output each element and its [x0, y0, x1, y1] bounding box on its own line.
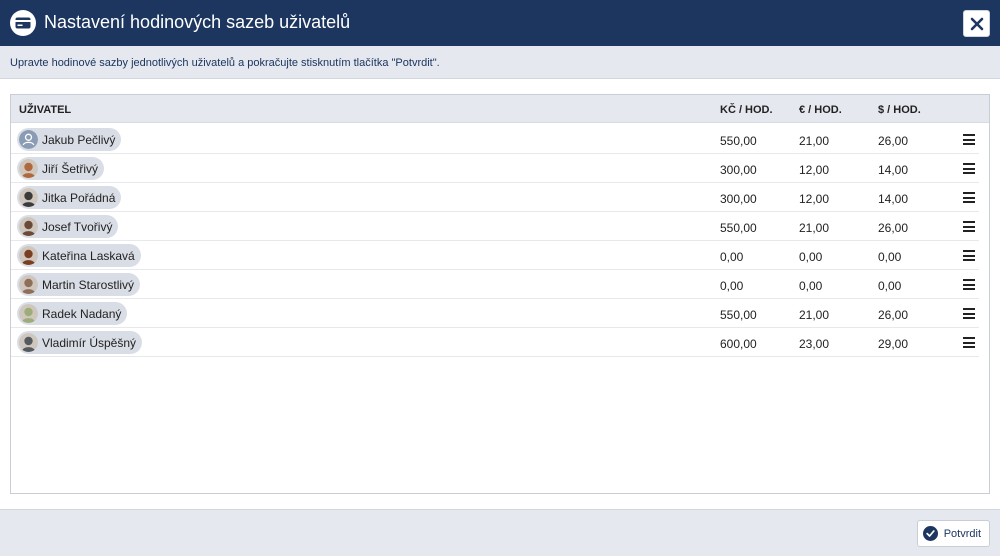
- user-name: Radek Nadaný: [42, 306, 122, 321]
- user-name: Josef Tvořivý: [42, 219, 113, 234]
- rate-usd[interactable]: 26,00: [878, 134, 908, 148]
- close-button[interactable]: [963, 10, 990, 37]
- user-chip[interactable]: Martin Starostlivý: [17, 273, 141, 296]
- hamburger-menu-icon[interactable]: [963, 221, 975, 232]
- table-row: Jiří Šetřivý 300,00 12,00 14,00: [11, 154, 979, 183]
- hamburger-menu-icon[interactable]: [963, 308, 975, 319]
- rate-eur[interactable]: 12,00: [799, 163, 829, 177]
- user-chip[interactable]: Kateřina Laskavá: [17, 244, 141, 267]
- rate-czk[interactable]: 600,00: [720, 337, 757, 351]
- hamburger-menu-icon[interactable]: [963, 337, 975, 348]
- table-row: Kateřina Laskavá 0,00 0,00 0,00: [11, 241, 979, 270]
- user-avatar: [19, 217, 38, 236]
- hamburger-menu-icon[interactable]: [963, 134, 975, 145]
- table-row: Radek Nadaný 550,00 21,00 26,00: [11, 299, 979, 328]
- user-avatar: [19, 333, 38, 352]
- rate-usd[interactable]: 14,00: [878, 192, 908, 206]
- user-name: Martin Starostlivý: [42, 277, 135, 292]
- dialog-footer: Potvrdit: [0, 509, 1000, 556]
- table-row: Jakub Pečlivý 550,00 21,00 26,00: [11, 125, 979, 154]
- rate-usd[interactable]: 29,00: [878, 337, 908, 351]
- dialog-body: UŽIVATEL KČ / HOD. € / HOD. $ / HOD. Jak…: [0, 79, 1000, 509]
- rate-eur[interactable]: 12,00: [799, 192, 829, 206]
- hamburger-menu-icon[interactable]: [963, 250, 975, 261]
- user-name: Vladimír Úspěšný: [42, 335, 137, 350]
- table-row: Vladimír Úspěšný 600,00 23,00 29,00: [11, 328, 979, 357]
- hamburger-menu-icon[interactable]: [963, 192, 975, 203]
- user-avatar: [19, 275, 38, 294]
- confirm-label: Potvrdit: [943, 527, 981, 540]
- rate-eur[interactable]: 23,00: [799, 337, 829, 351]
- user-chip[interactable]: Jitka Pořádná: [17, 186, 122, 209]
- user-avatar: [19, 159, 38, 178]
- instruction-bar: Upravte hodinové sazby jednotlivých uživ…: [0, 46, 1000, 79]
- dialog-header: Nastavení hodinových sazeb uživatelů: [0, 0, 1000, 46]
- user-chip[interactable]: Vladimír Úspěšný: [17, 331, 143, 354]
- rate-eur[interactable]: 21,00: [799, 134, 829, 148]
- user-name: Kateřina Laskavá: [42, 248, 135, 263]
- rate-czk[interactable]: 550,00: [720, 134, 757, 148]
- user-chip[interactable]: Jakub Pečlivý: [17, 128, 122, 151]
- column-header-user: UŽIVATEL: [19, 104, 72, 116]
- dialog-title: Nastavení hodinových sazeb uživatelů: [44, 12, 351, 32]
- rate-usd[interactable]: 26,00: [878, 308, 908, 322]
- rate-usd[interactable]: 0,00: [878, 250, 901, 264]
- table-header: UŽIVATEL KČ / HOD. € / HOD. $ / HOD.: [11, 95, 989, 123]
- column-header-usd: $ / HOD.: [878, 104, 921, 116]
- rates-table: UŽIVATEL KČ / HOD. € / HOD. $ / HOD. Jak…: [10, 94, 990, 494]
- user-chip[interactable]: Jiří Šetřivý: [17, 157, 105, 180]
- rate-eur[interactable]: 21,00: [799, 308, 829, 322]
- rate-czk[interactable]: 550,00: [720, 308, 757, 322]
- table-row: Martin Starostlivý 0,00 0,00 0,00: [11, 270, 979, 299]
- instruction-text: Upravte hodinové sazby jednotlivých uživ…: [10, 57, 440, 69]
- rate-czk[interactable]: 300,00: [720, 192, 757, 206]
- column-header-czk: KČ / HOD.: [720, 104, 773, 116]
- rate-usd[interactable]: 0,00: [878, 279, 901, 293]
- rate-czk[interactable]: 300,00: [720, 163, 757, 177]
- rate-czk[interactable]: 550,00: [720, 221, 757, 235]
- hamburger-menu-icon[interactable]: [963, 163, 975, 174]
- confirm-button[interactable]: Potvrdit: [916, 520, 990, 547]
- user-chip[interactable]: Radek Nadaný: [17, 302, 128, 325]
- rate-czk[interactable]: 0,00: [720, 250, 743, 264]
- close-icon: [970, 17, 983, 30]
- user-chip[interactable]: Josef Tvořivý: [17, 215, 119, 238]
- user-avatar: [19, 188, 38, 207]
- table-row: Jitka Pořádná 300,00 12,00 14,00: [11, 183, 979, 212]
- default-user-icon: [19, 130, 38, 149]
- table-row: Josef Tvořivý 550,00 21,00 26,00: [11, 212, 979, 241]
- rate-eur[interactable]: 0,00: [799, 279, 822, 293]
- check-circle-icon: [922, 526, 938, 541]
- rate-eur[interactable]: 21,00: [799, 221, 829, 235]
- hamburger-menu-icon[interactable]: [963, 279, 975, 290]
- credit-card-icon: [10, 10, 36, 36]
- column-header-eur: € / HOD.: [799, 104, 842, 116]
- rate-czk[interactable]: 0,00: [720, 279, 743, 293]
- user-avatar: [19, 246, 38, 265]
- rate-usd[interactable]: 14,00: [878, 163, 908, 177]
- user-avatar: [19, 304, 38, 323]
- rate-usd[interactable]: 26,00: [878, 221, 908, 235]
- user-name: Jiří Šetřivý: [42, 161, 99, 176]
- user-name: Jitka Pořádná: [42, 190, 116, 205]
- rate-eur[interactable]: 0,00: [799, 250, 822, 264]
- user-name: Jakub Pečlivý: [42, 132, 116, 147]
